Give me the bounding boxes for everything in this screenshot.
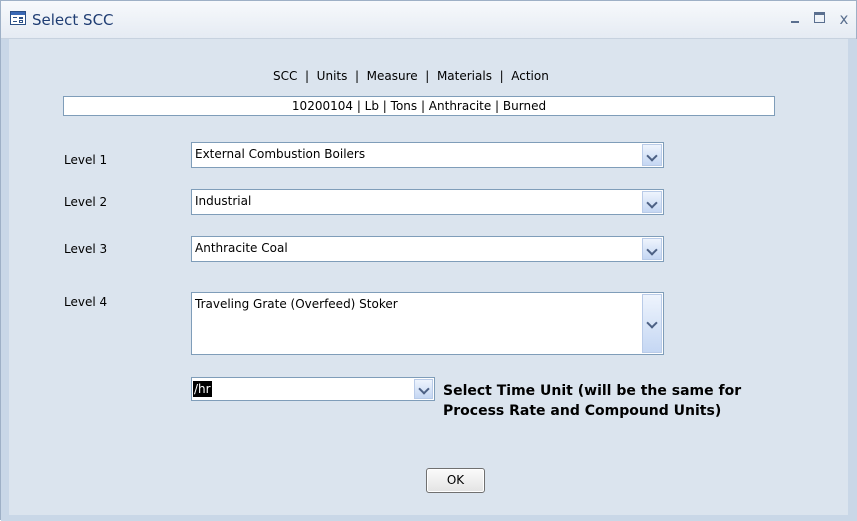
time-unit-dropdown-button[interactable] — [414, 379, 433, 399]
level-3-dropdown-button[interactable] — [642, 238, 662, 260]
scc-summary-field[interactable]: 10200104 | Lb | Tons | Anthracite | Burn… — [63, 96, 775, 116]
chevron-down-icon — [646, 197, 658, 209]
title-bar[interactable]: Select SCC x — [1, 1, 856, 39]
time-unit-note: Select Time Unit (will be the same for P… — [443, 383, 742, 419]
minimize-button[interactable] — [785, 9, 805, 29]
window-frame-left — [1, 39, 9, 521]
level-2-dropdown-button[interactable] — [642, 191, 662, 213]
level-3-combo[interactable]: Anthracite Coal — [191, 236, 664, 262]
level-3-label: Level 3 — [64, 242, 108, 256]
form-icon — [10, 11, 26, 25]
level-2-value: Industrial — [195, 194, 252, 208]
chevron-down-icon — [646, 150, 658, 162]
level-4-value: Traveling Grate (Overfeed) Stoker — [195, 297, 398, 311]
maximize-button[interactable] — [809, 9, 829, 29]
level-2-label: Level 2 — [64, 195, 108, 209]
time-unit-value: /hr — [193, 381, 212, 397]
level-1-value: External Combustion Boilers — [195, 147, 366, 161]
level-4-label: Level 4 — [64, 295, 108, 309]
level-4-dropdown-button[interactable] — [642, 294, 662, 353]
level-3-value: Anthracite Coal — [195, 241, 288, 255]
level-1-label: Level 1 — [64, 153, 108, 167]
window-frame-right — [848, 39, 857, 521]
level-1-combo[interactable]: External Combustion Boilers — [191, 142, 664, 168]
level-1-dropdown-button[interactable] — [642, 144, 662, 166]
window-frame-bottom — [1, 515, 857, 521]
chevron-down-icon — [418, 383, 430, 395]
ok-button[interactable]: OK — [426, 468, 485, 493]
chevron-down-icon — [646, 317, 658, 329]
level-4-combo[interactable]: Traveling Grate (Overfeed) Stoker — [191, 292, 664, 355]
minimize-icon — [791, 21, 799, 23]
chevron-down-icon — [646, 244, 658, 256]
window-title: Select SCC — [32, 11, 114, 29]
select-scc-window: Select SCC x SCC | Units | Measure | Mat… — [0, 0, 857, 521]
column-header-label: SCC | Units | Measure | Materials | Acti… — [273, 69, 549, 83]
time-unit-combo[interactable]: /hr — [191, 377, 435, 401]
close-button[interactable]: x — [834, 9, 854, 29]
level-2-combo[interactable]: Industrial — [191, 189, 664, 215]
maximize-icon — [813, 12, 825, 23]
